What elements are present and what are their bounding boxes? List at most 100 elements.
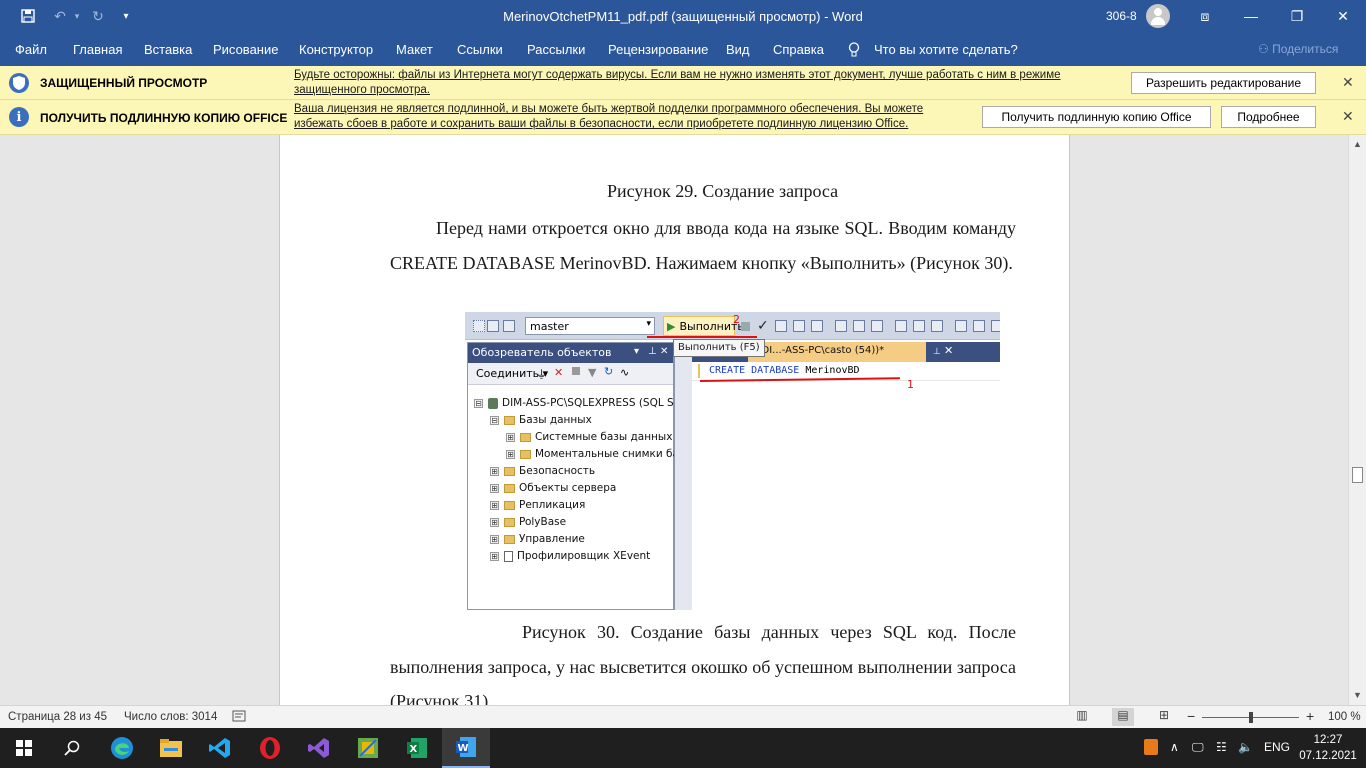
- scroll-down-icon[interactable]: ▼: [1353, 690, 1362, 700]
- expand-icon: ⊞: [490, 551, 499, 561]
- tab-insert[interactable]: Вставка: [144, 42, 192, 57]
- restore-button[interactable]: ❐: [1274, 0, 1320, 32]
- tab-home[interactable]: Главная: [73, 42, 122, 57]
- chevron-up-icon[interactable]: ∧: [1170, 740, 1179, 754]
- share-button[interactable]: ⚇ Поделиться: [1258, 42, 1338, 56]
- sql-keywords: CREATE DATABASE: [709, 365, 800, 376]
- tree-node-label: PolyBase: [519, 516, 567, 528]
- game-app-icon[interactable]: [344, 728, 392, 768]
- language-indicator[interactable]: ENG: [1264, 740, 1290, 754]
- tab-help[interactable]: Справка: [773, 42, 824, 57]
- license-message[interactable]: Ваша лицензия не является подлинной, и в…: [294, 102, 964, 132]
- refresh-icon: ↻: [604, 365, 614, 378]
- stop-icon: [572, 367, 580, 375]
- zoom-out-button[interactable]: −: [1187, 708, 1195, 724]
- svg-text:X: X: [410, 744, 418, 755]
- close-window-button[interactable]: ✕: [1320, 0, 1366, 32]
- page-count[interactable]: Страница 28 из 45: [8, 711, 107, 723]
- annotation-underline-execute: [647, 336, 757, 338]
- minimize-button[interactable]: —: [1228, 0, 1274, 32]
- word-count[interactable]: Число слов: 3014: [124, 711, 217, 723]
- zoom-in-button[interactable]: +: [1306, 708, 1314, 724]
- stop-icon: [741, 322, 750, 331]
- tab-view[interactable]: Вид: [726, 42, 750, 57]
- tab-mailings[interactable]: Рассылки: [527, 42, 585, 57]
- folder-icon: [504, 534, 515, 544]
- tell-me-search[interactable]: Что вы хотите сделать?: [874, 42, 1018, 57]
- windows-start-icon[interactable]: [0, 728, 48, 768]
- get-genuine-office-button[interactable]: Получить подлинную копию Office: [982, 106, 1211, 128]
- server-icon: [488, 397, 498, 409]
- opera-icon[interactable]: [246, 728, 294, 768]
- save-icon[interactable]: [12, 0, 44, 32]
- change-connection-icon: [503, 320, 515, 332]
- excel-icon[interactable]: X: [393, 728, 441, 768]
- scroll-thumb[interactable]: [1352, 467, 1363, 483]
- visual-studio-icon[interactable]: [295, 728, 343, 768]
- tray-icon[interactable]: ☷: [1216, 740, 1227, 754]
- document-page[interactable]: Рисунок 29. Создание запроса Перед нами …: [279, 135, 1070, 705]
- include-plan-icon: [835, 320, 847, 332]
- tab-layout[interactable]: Макет: [396, 42, 433, 57]
- document-area[interactable]: Рисунок 29. Создание запроса Перед нами …: [0, 135, 1348, 705]
- tree-node-xevent-profiler: ⊞ Профилировщик XEvent: [490, 550, 650, 562]
- tree-node-label: Базы данных: [519, 414, 592, 426]
- live-stats-icon: [853, 320, 865, 332]
- sql-database-name: MerinovBD: [805, 365, 860, 376]
- tree-node-server: ⊟ DIM-ASS-PC\SQLEXPRESS (SQL Server: [474, 397, 702, 409]
- tab-design[interactable]: Конструктор: [299, 42, 373, 57]
- network-icon[interactable]: 🖵: [1192, 740, 1204, 755]
- edge-icon[interactable]: [98, 728, 146, 768]
- info-icon: i: [9, 107, 29, 127]
- xevent-icon: [504, 550, 513, 562]
- search-icon[interactable]: [48, 728, 96, 768]
- web-layout-icon[interactable]: ⊞: [1153, 708, 1175, 726]
- ribbon-tabs: Файл Главная Вставка Рисование Конструкт…: [0, 32, 1366, 66]
- vertical-scrollbar[interactable]: ▲ ▼: [1348, 135, 1366, 705]
- clock[interactable]: 12:27 07.12.2021: [1296, 732, 1360, 764]
- tab-draw[interactable]: Рисование: [213, 42, 278, 57]
- protected-view-heading: ЗАЩИЩЕННЫЙ ПРОСМОТР: [40, 76, 208, 90]
- intellisense-icon: [811, 320, 823, 332]
- tree-node-label: Системные базы данных: [535, 431, 673, 443]
- avatar[interactable]: [1146, 4, 1170, 28]
- enable-editing-button[interactable]: Разрешить редактирование: [1131, 72, 1316, 94]
- tree-node-server-objects: ⊞ Объекты сервера: [490, 482, 616, 494]
- query-tab-label: ...DI...-ASS-PC\casto (54))*: [752, 345, 885, 356]
- zoom-slider-thumb[interactable]: [1249, 712, 1253, 723]
- customize-quick-access-icon[interactable]: ▾: [110, 0, 142, 32]
- protected-view-bar: ЗАЩИЩЕННЫЙ ПРОСМОТР Будьте осторожны: фа…: [0, 66, 1366, 100]
- pin-icon: ⊥: [648, 346, 657, 357]
- object-explorer-header: Обозреватель объектов ▾ ⊥ ✕: [468, 343, 673, 363]
- proofing-icon[interactable]: [232, 709, 246, 726]
- paragraph-2: Рисунок 30. Создание базы данных через S…: [390, 622, 1016, 705]
- object-explorer-title: Обозреватель объектов: [472, 346, 612, 359]
- chevron-down-icon: ▾: [646, 319, 651, 329]
- protected-view-message[interactable]: Будьте осторожны: файлы из Интернета мог…: [294, 68, 1094, 98]
- print-layout-icon[interactable]: ▤: [1112, 708, 1134, 726]
- scroll-up-icon[interactable]: ▲: [1353, 139, 1362, 149]
- close-protected-bar-icon[interactable]: ✕: [1342, 74, 1354, 91]
- user-name[interactable]: 306-8: [1106, 9, 1137, 23]
- ribbon-display-options-button[interactable]: ⧈: [1182, 0, 1228, 32]
- tab-file[interactable]: Файл: [15, 42, 47, 57]
- execute-tooltip: Выполнить (F5): [673, 339, 765, 357]
- close-license-bar-icon[interactable]: ✕: [1342, 108, 1354, 125]
- volume-icon[interactable]: 🔈: [1238, 740, 1253, 754]
- activity-icon: ∿: [620, 366, 630, 379]
- word-icon[interactable]: W: [442, 728, 490, 768]
- vscode-icon[interactable]: [196, 728, 244, 768]
- tab-review[interactable]: Рецензирование: [608, 42, 708, 57]
- folder-icon: [504, 500, 515, 510]
- database-value: master: [530, 320, 569, 333]
- pin-icon: ⊥: [933, 346, 941, 356]
- tree-node-replication: ⊞ Репликация: [490, 499, 585, 511]
- read-mode-icon[interactable]: ▥: [1071, 708, 1093, 726]
- indent-icon: [991, 320, 1000, 332]
- tray-app-icon[interactable]: [1144, 739, 1158, 755]
- zoom-level[interactable]: 100 %: [1328, 711, 1361, 723]
- folder-icon: [504, 415, 515, 425]
- tab-references[interactable]: Ссылки: [457, 42, 503, 57]
- file-explorer-icon[interactable]: [147, 728, 195, 768]
- more-info-button[interactable]: Подробнее: [1221, 106, 1316, 128]
